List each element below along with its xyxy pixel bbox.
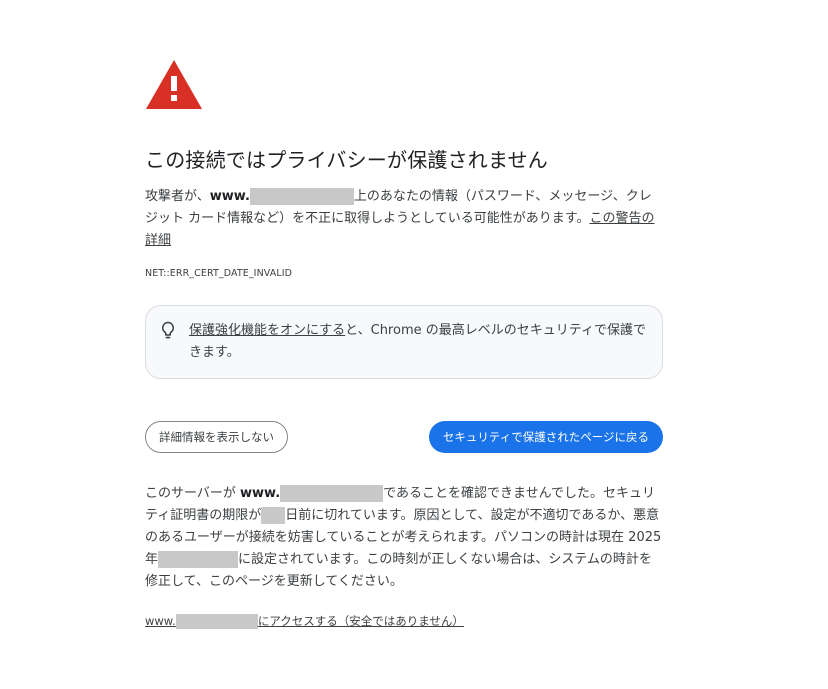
redacted-host [280,485,384,502]
details-text: このサーバーが www. であることを確認できませんでした。セキュリティ証明書の期… [145,483,663,593]
description-prefix: 攻撃者が、 [145,189,210,204]
details-button[interactable]: 詳細情報を表示しない [145,421,288,453]
details-host: www. [240,486,281,501]
promo-text: 保護強化機能をオンにすると、Chrome の最高レベルのセキュリティで保護できま… [189,320,646,364]
lightbulb-icon [161,321,175,339]
interstitial-container: この接続ではプライバシーが保護されません 攻撃者が、www. 上のあなたの情報（パ… [145,58,665,629]
proceed-host[interactable]: www. [145,614,176,628]
button-row: 詳細情報を表示しない セキュリティで保護されたページに戻る [145,421,663,453]
page-title: この接続ではプライバシーが保護されません [145,148,548,172]
back-to-safety-button[interactable]: セキュリティで保護されたページに戻る [428,421,663,453]
redacted-host [175,614,258,629]
warning-triangle-icon [146,60,202,109]
error-code: NET::ERR_CERT_DATE_INVALID [145,268,293,279]
host-name: www. [209,189,250,204]
enhanced-protection-promo: 保護強化機能をオンにすると、Chrome の最高レベルのセキュリティで保護できま… [145,305,663,379]
proceed-text[interactable]: にアクセスする（安全ではありません） [258,614,464,628]
enhanced-protection-link[interactable]: 保護強化機能をオンにする [189,323,345,338]
redacted-date [158,551,239,568]
redacted-days [261,507,286,524]
main-message: 攻撃者が、www. 上のあなたの情報（パスワード、メッセージ、クレジット カード情… [145,186,663,252]
proceed-link[interactable]: www. にアクセスする（安全ではありません） [145,613,665,629]
details-part1: このサーバーが [145,486,241,501]
redacted-host [249,188,354,205]
